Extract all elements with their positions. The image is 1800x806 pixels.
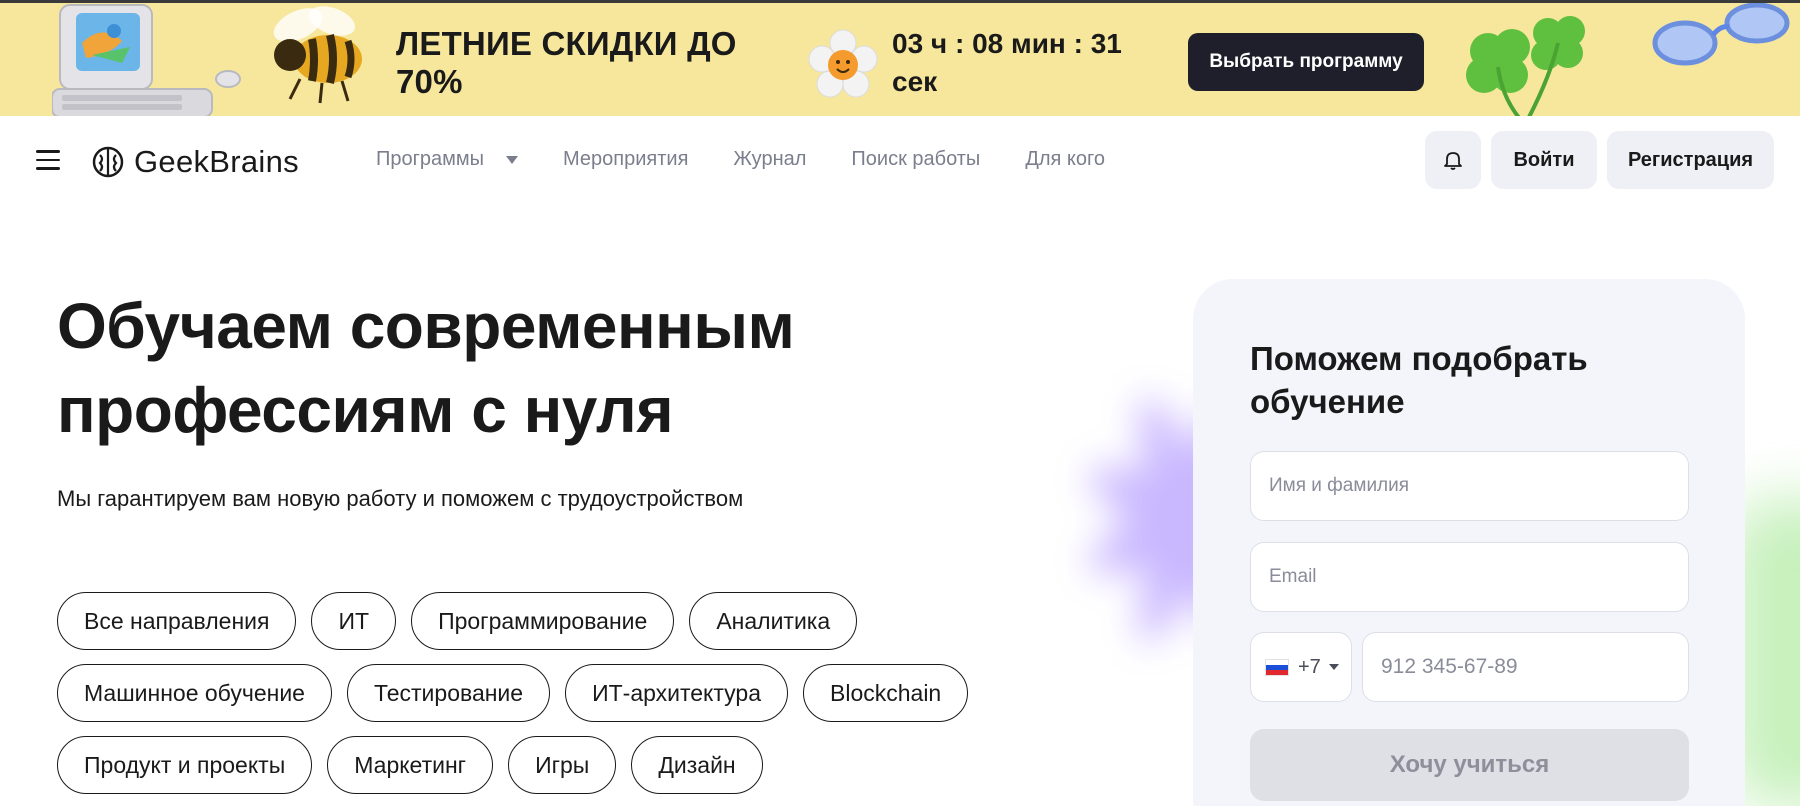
nav-item-label: Журнал [733,148,807,170]
logo-text: GeekBrains [134,144,299,179]
chip-games[interactable]: Игры [508,736,617,794]
hero-title: Обучаем современным профессиям с нуля [57,290,795,446]
main-nav: Программы Мероприятия Журнал Поиск работ… [376,148,1150,171]
chip-product-projects[interactable]: Продукт и проекты [57,736,313,794]
promo-banner[interactable]: ЛЕТНИЕ СКИДКИ ДО 70% 03 ч : 08 мин : 31 … [0,0,1800,116]
clover-illustration [1466,16,1585,116]
register-button[interactable]: Регистрация [1607,131,1774,189]
phone-code: +7 [1298,655,1321,678]
nav-item-label: Для кого [1025,148,1105,170]
chevron-down-icon [1328,664,1339,670]
chip-machine-learning[interactable]: Машинное обучение [57,664,332,722]
chip-blockchain[interactable]: Blockchain [803,664,969,722]
bell-icon [1444,152,1462,170]
promo-countdown: 03 ч : 08 мин : 31 сек [892,28,1122,97]
nav-item-job-search[interactable]: Поиск работы [851,148,980,171]
nav-item-for-whom[interactable]: Для кого [1025,148,1105,171]
nav-item-label: Мероприятия [563,148,689,170]
name-field[interactable] [1250,451,1689,521]
nav-item-programs[interactable]: Программы [376,148,519,171]
chip-it-architecture[interactable]: ИТ-архитектура [565,664,788,722]
chip-programming[interactable]: Программирование [411,592,675,650]
form-title: Поможем подобрать обучение [1250,340,1588,420]
direction-chips: Все направления ИТ Программирование Анал… [57,592,1037,806]
email-field[interactable] [1250,542,1689,612]
chip-design[interactable]: Дизайн [631,736,763,794]
chip-row: Продукт и проекты Маркетинг Игры Дизайн [57,736,1037,794]
promo-title: ЛЕТНИЕ СКИДКИ ДО 70% [396,25,737,100]
nav-item-label: Поиск работы [851,148,981,170]
chip-row: Машинное обучение Тестирование ИТ-архите… [57,664,1037,722]
chip-marketing[interactable]: Маркетинг [327,736,494,794]
chip-row: Все направления ИТ Программирование Анал… [57,592,1037,650]
notifications-button[interactable] [1425,131,1481,189]
chip-testing[interactable]: Тестирование [346,664,551,722]
brain-logo-icon [92,146,124,178]
russia-flag-icon [1265,658,1289,676]
nav-item-journal[interactable]: Журнал [733,148,806,171]
chip-analytics[interactable]: Аналитика [689,592,858,650]
phone-field[interactable] [1362,632,1689,702]
hero-subtitle: Мы гарантируем вам новую работу и поможе… [57,486,744,511]
chip-all-directions[interactable]: Все направления [57,592,297,650]
login-button[interactable]: Войти [1491,131,1597,189]
phone-country-select[interactable]: +7 [1250,632,1352,702]
chevron-down-icon [506,155,519,164]
nav-item-events[interactable]: Мероприятия [563,148,688,171]
glasses-illustration [1652,3,1790,66]
retro-computer-illustration [52,4,241,116]
logo[interactable]: GeekBrains [92,142,299,182]
site-header: GeekBrains Программы Мероприятия Журнал … [0,116,1800,206]
choose-program-button[interactable]: Выбрать программу [1188,33,1424,91]
nav-item-label: Программы [376,148,485,170]
flower-illustration [808,29,878,98]
menu-icon[interactable] [36,150,60,170]
chip-it[interactable]: ИТ [311,592,397,650]
want-to-learn-button[interactable]: Хочу учиться [1250,729,1689,801]
consultation-form: Поможем подобрать обучение +7 Хочу учить… [1193,279,1745,806]
bee-illustration [273,6,362,104]
